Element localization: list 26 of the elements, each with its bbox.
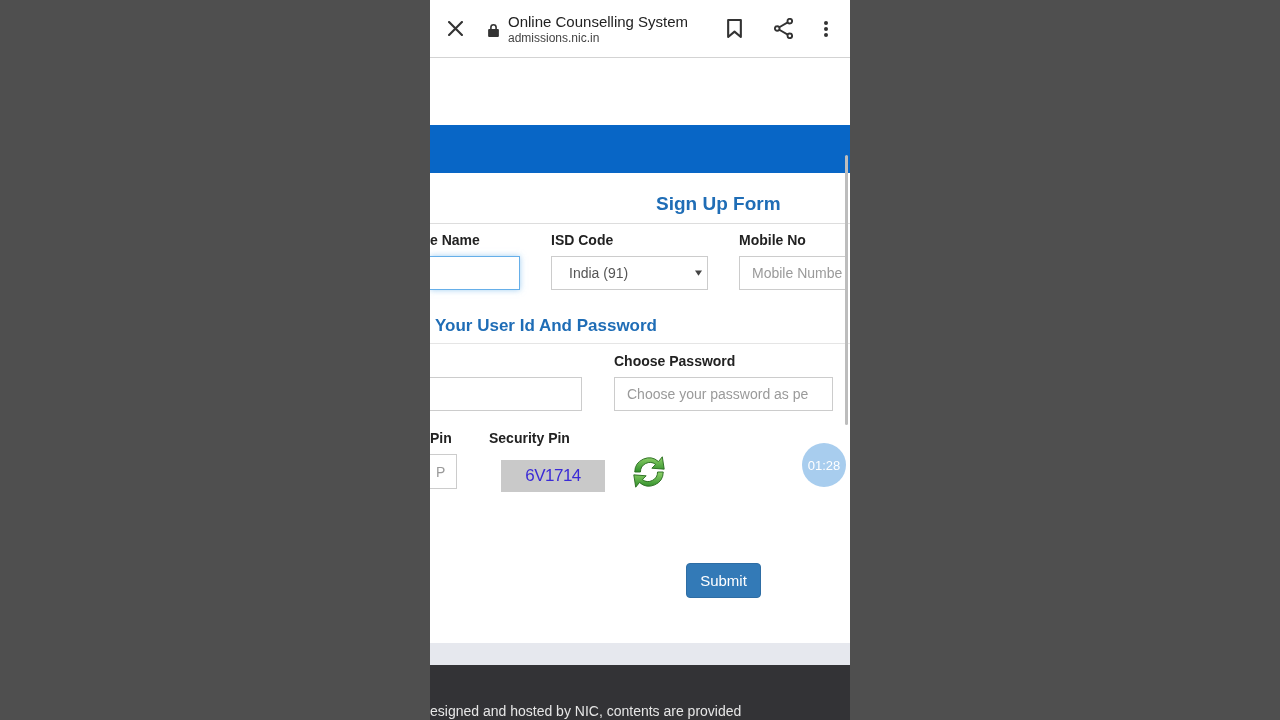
input-field[interactable] [430,256,520,290]
more-menu-icon [824,20,828,37]
page-title: Online Counselling System [508,11,689,31]
field-label: ISD Code [551,231,614,249]
input-field[interactable] [430,377,582,411]
input-field[interactable]: P [430,454,457,489]
field-label: Pin [430,429,452,447]
close-icon [447,21,463,36]
input-field[interactable]: Mobile Numbe [739,256,848,290]
refresh-icon [630,453,668,491]
dropdown-select[interactable]: India (91) [551,256,708,290]
page-url: admissions.nic.in [508,30,600,46]
field-label: Choose Password [614,352,736,370]
footer-text: esigned and hosted by NIC, contents are provided [430,703,742,720]
field-label: Security Pin [489,429,570,447]
caret-icon [695,270,702,276]
form-title: Sign Up Form [656,192,781,216]
field-label: e Name [430,231,480,249]
lock-icon [488,22,499,37]
share-icon [773,18,793,39]
submit-button[interactable]: Submit [686,563,761,598]
input-field[interactable]: Choose your password as pe [614,377,833,411]
bookmark-icon [726,19,742,38]
field-label: Mobile No [739,231,806,249]
refresh-button[interactable] [630,453,668,491]
captcha-text: 6V1714 [501,460,605,492]
